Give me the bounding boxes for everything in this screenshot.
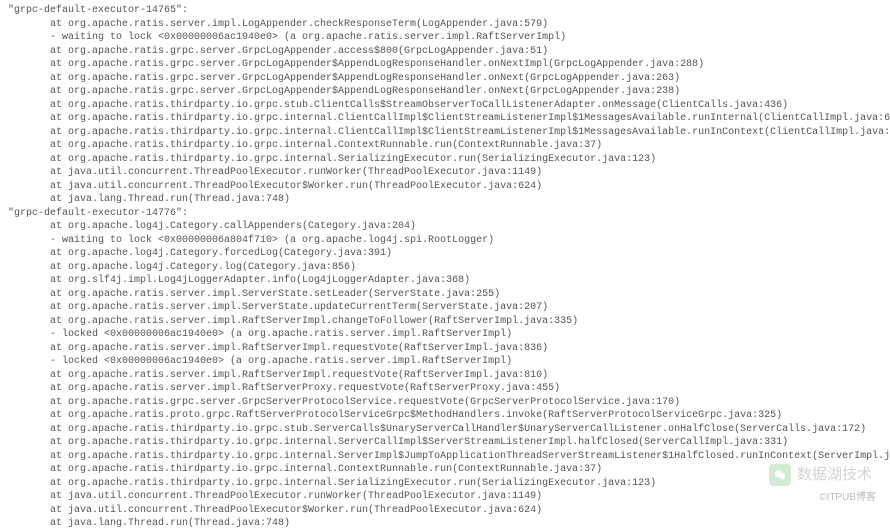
stack-frame: at org.apache.ratis.server.impl.RaftServ… [8, 369, 882, 383]
stack-frame: at org.apache.ratis.server.impl.ServerSt… [8, 301, 882, 315]
stack-frame: at org.apache.ratis.thirdparty.io.grpc.s… [8, 423, 882, 437]
stack-frame: at org.apache.log4j.Category.forcedLog(C… [8, 247, 882, 261]
stack-frame: at org.apache.ratis.server.impl.RaftServ… [8, 342, 882, 356]
stack-frame: at org.apache.ratis.thirdparty.io.grpc.i… [8, 450, 882, 464]
stack-frame: at org.apache.log4j.Category.log(Categor… [8, 261, 882, 275]
thread-header: "grpc-default-executor-14765": [8, 4, 882, 18]
stack-frame: at org.apache.ratis.proto.grpc.RaftServe… [8, 409, 882, 423]
stack-frame: at java.util.concurrent.ThreadPoolExecut… [8, 180, 882, 194]
stack-frame: at org.apache.ratis.grpc.server.GrpcServ… [8, 396, 882, 410]
stack-frame: at org.apache.ratis.grpc.server.GrpcLogA… [8, 72, 882, 86]
stack-frame: at org.apache.ratis.thirdparty.io.grpc.i… [8, 477, 882, 491]
stack-frame: at org.apache.ratis.thirdparty.io.grpc.i… [8, 436, 882, 450]
stack-frame: at org.apache.ratis.thirdparty.io.grpc.i… [8, 463, 882, 477]
stack-frame: at org.apache.log4j.Category.callAppende… [8, 220, 882, 234]
stack-frame: at org.apache.ratis.grpc.server.GrpcLogA… [8, 85, 882, 99]
stack-frame: at org.apache.ratis.server.impl.RaftServ… [8, 315, 882, 329]
lock-line: - locked <0x00000006ac1940e0> (a org.apa… [8, 355, 882, 369]
stack-frame: at org.slf4j.impl.Log4jLoggerAdapter.inf… [8, 274, 882, 288]
stack-frame: at org.apache.ratis.thirdparty.io.grpc.i… [8, 139, 882, 153]
lock-line: - waiting to lock <0x00000006ac1940e0> (… [8, 31, 882, 45]
stack-frame: at java.util.concurrent.ThreadPoolExecut… [8, 166, 882, 180]
stack-frame: at org.apache.ratis.server.impl.RaftServ… [8, 382, 882, 396]
stack-frame: at java.lang.Thread.run(Thread.java:748) [8, 517, 882, 531]
thread-header: "grpc-default-executor-14776": [8, 207, 882, 221]
stack-frame: at org.apache.ratis.grpc.server.GrpcLogA… [8, 45, 882, 59]
stack-frame: at org.apache.ratis.server.impl.LogAppen… [8, 18, 882, 32]
thread-dump-block: "grpc-default-executor-14765":at org.apa… [8, 4, 882, 531]
lock-line: - waiting to lock <0x00000006a804f710> (… [8, 234, 882, 248]
stack-frame: at org.apache.ratis.thirdparty.io.grpc.i… [8, 153, 882, 167]
stack-frame: at org.apache.ratis.grpc.server.GrpcLogA… [8, 58, 882, 72]
stack-frame: at org.apache.ratis.thirdparty.io.grpc.i… [8, 112, 882, 126]
stack-frame: at org.apache.ratis.server.impl.ServerSt… [8, 288, 882, 302]
stack-frame: at org.apache.ratis.thirdparty.io.grpc.i… [8, 126, 882, 140]
stack-frame: at java.lang.Thread.run(Thread.java:748) [8, 193, 882, 207]
lock-line: - locked <0x00000006ac1940e0> (a org.apa… [8, 328, 882, 342]
stack-frame: at java.util.concurrent.ThreadPoolExecut… [8, 490, 882, 504]
stack-frame: at org.apache.ratis.thirdparty.io.grpc.s… [8, 99, 882, 113]
stack-frame: at java.util.concurrent.ThreadPoolExecut… [8, 504, 882, 518]
